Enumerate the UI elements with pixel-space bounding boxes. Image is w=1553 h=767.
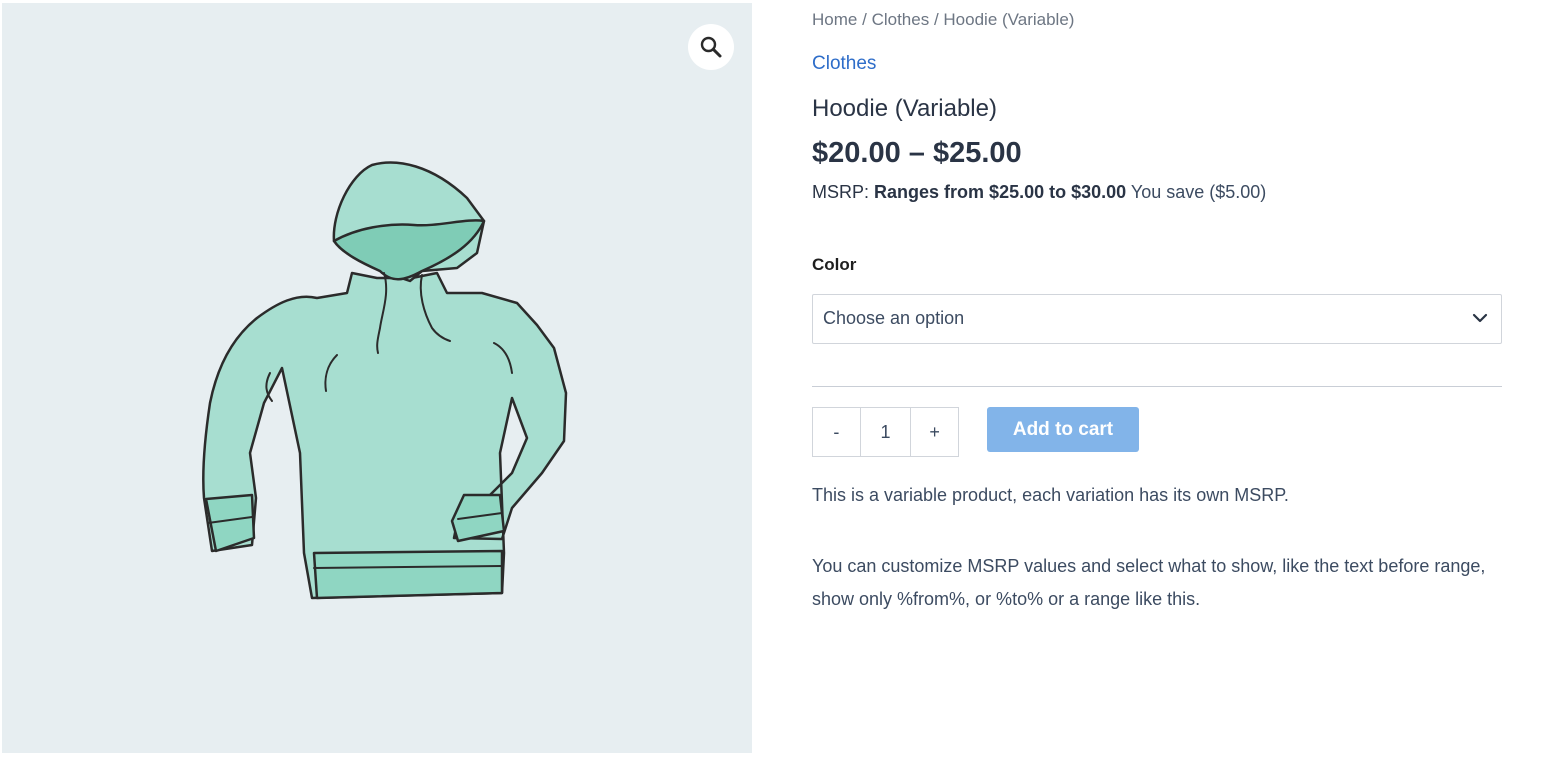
add-to-cart-button[interactable]: Add to cart [987, 407, 1139, 452]
msrp-label: MSRP: [812, 182, 870, 202]
breadcrumb-current: Hoodie (Variable) [943, 10, 1075, 29]
chevron-down-icon [1472, 313, 1488, 323]
qty-minus-button[interactable]: - [813, 408, 860, 456]
color-select-value: Choose an option [823, 308, 965, 328]
breadcrumb-home[interactable]: Home [812, 10, 857, 29]
product-description-1: This is a variable product, each variati… [812, 485, 1289, 505]
qty-plus-button[interactable]: + [911, 408, 958, 456]
quantity-stepper: - 1 + [812, 407, 959, 457]
product-category-link[interactable]: Clothes [812, 53, 876, 75]
color-label: Color [812, 255, 857, 274]
divider [812, 386, 1502, 387]
qty-input[interactable]: 1 [859, 408, 912, 456]
product-title: Hoodie (Variable) [812, 95, 997, 122]
zoom-button[interactable] [688, 24, 734, 70]
color-select[interactable]: Choose an option [812, 294, 1502, 344]
msrp-info: MSRP: Ranges from $25.00 to $30.00 You s… [812, 182, 1266, 203]
product-gallery [2, 3, 752, 753]
product-description-2: You can customize MSRP values and select… [812, 556, 1486, 609]
product-image[interactable] [182, 153, 582, 613]
breadcrumb: Home / Clothes / Hoodie (Variable) [812, 10, 1074, 30]
you-save-text: You save ($5.00) [1130, 182, 1267, 202]
breadcrumb-clothes[interactable]: Clothes [872, 10, 930, 29]
breadcrumb-separator: / [933, 10, 939, 29]
msrp-range: Ranges from $25.00 to $30.00 [874, 182, 1127, 202]
product-price: $20.00 – $25.00 [812, 137, 1022, 169]
breadcrumb-separator: / [862, 10, 867, 29]
magnifier-icon [700, 36, 722, 58]
